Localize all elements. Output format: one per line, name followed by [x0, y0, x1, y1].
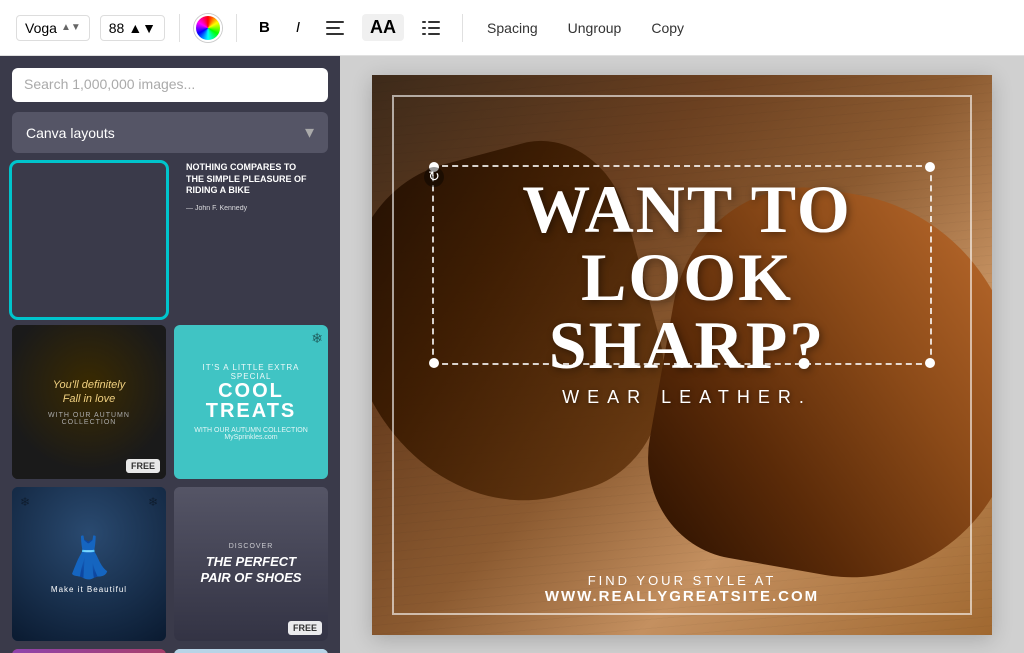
divider-3	[462, 14, 463, 42]
canvas-headline-text: WANT TO LOOK SHARP?	[442, 175, 932, 379]
canvas-area: WANT TO LOOK SHARP? WEAR LEATHER. ↻	[340, 56, 1024, 653]
list-button[interactable]	[414, 17, 448, 39]
headline-line2: LOOK SHARP?	[549, 239, 825, 383]
template-item-6[interactable]: DISCOVER THE PERFECTPAIR OF SHOES FREE	[174, 487, 328, 641]
layout-chevron-icon: ▾	[305, 122, 314, 143]
template-item-8[interactable]: Just Smile IT'S A WINTERWONDERLAND SHARE…	[174, 649, 328, 653]
tmpl-2-attribution: — John F. Kennedy	[186, 205, 316, 212]
font-size-value: 88	[109, 20, 125, 36]
ungroup-button[interactable]: Ungroup	[558, 14, 632, 42]
headline-line1: WANT TO	[522, 171, 852, 247]
tmpl-3-sub: WITH OUR AUTUMN COLLECTION	[22, 412, 156, 426]
canvas-bottom-text[interactable]: FIND YOUR STYLE AT WWW.REALLYGREATSITE.C…	[372, 573, 992, 605]
bottom-line2: WWW.REALLYGREATSITE.COM	[372, 588, 992, 605]
spacing-button[interactable]: Spacing	[477, 14, 548, 42]
aa-button[interactable]: AA	[362, 14, 404, 41]
divider-2	[236, 14, 237, 42]
canvas-wrapper[interactable]: WANT TO LOOK SHARP? WEAR LEATHER. ↻	[372, 75, 992, 635]
canvas-design: WANT TO LOOK SHARP? WEAR LEATHER. ↻	[372, 75, 992, 635]
template-item-3[interactable]: You'll definitelyFall in love WITH OUR A…	[12, 325, 166, 479]
italic-button[interactable]: I	[288, 15, 308, 40]
canvas-subheadline: WEAR LEATHER.	[442, 387, 932, 408]
tmpl-5-snow-2: ❄	[148, 495, 158, 509]
bottom-line1: FIND YOUR STYLE AT	[372, 573, 992, 588]
template-grid: WANT TOLOOK SHARP? WEAR LEATHER. " NOTHI…	[12, 163, 328, 653]
template-item-2[interactable]: " NOTHING COMPARES TO THE SIMPLE PLEASUR…	[174, 163, 328, 317]
tmpl-6-label: DISCOVER	[229, 543, 274, 550]
template-item-5[interactable]: 👗 Make it Beautiful ❄ ❄	[12, 487, 166, 641]
copy-button[interactable]: Copy	[641, 14, 694, 42]
align-button[interactable]	[318, 17, 352, 39]
tmpl-4-sub: WITH OUR AUTUMN COLLECTIONMySprinkles.co…	[194, 427, 308, 441]
template-item-1[interactable]: WANT TOLOOK SHARP? WEAR LEATHER.	[12, 163, 166, 317]
canvas-headline-group[interactable]: WANT TO LOOK SHARP? WEAR LEATHER.	[442, 175, 932, 408]
tmpl-4-label: IT'S A LITTLE EXTRA SPECIAL	[184, 363, 318, 381]
search-input[interactable]	[24, 76, 316, 92]
toolbar: Voga ▲▼ 88 ▲▼ B I AA Spacing Ungroup Cop…	[0, 0, 1024, 56]
font-chevron-icon: ▲▼	[61, 22, 81, 33]
template-item-7[interactable]: Nothing compares to the simple pleasure …	[12, 649, 166, 653]
layout-dropdown-label: Canva layouts	[26, 125, 115, 141]
tmpl-3-main: You'll definitelyFall in love	[53, 378, 125, 407]
search-wrapper[interactable]	[12, 68, 328, 102]
tmpl-5-title: Make it Beautiful	[51, 585, 127, 594]
font-name: Voga	[25, 20, 57, 36]
tmpl-6-free-badge: FREE	[288, 621, 322, 635]
divider-1	[179, 14, 180, 42]
template-item-4[interactable]: ❄ IT'S A LITTLE EXTRA SPECIAL COOLTREATS…	[174, 325, 328, 479]
font-size-selector[interactable]: 88 ▲▼	[100, 15, 165, 41]
tmpl-5-dress-icon: 👗	[64, 534, 114, 581]
size-chevron-icon: ▲▼	[128, 20, 156, 36]
tmpl-5-snow-1: ❄	[20, 495, 30, 509]
tmpl-6-title: THE PERFECTPAIR OF SHOES	[201, 554, 302, 585]
layout-dropdown[interactable]: Canva layouts ▾	[12, 112, 328, 153]
tmpl-2-text: NOTHING COMPARES TO THE SIMPLE PLEASURE …	[186, 163, 316, 197]
main-area: Canva layouts ▾ WANT TOLOOK SHARP? WEAR …	[0, 56, 1024, 653]
bold-button[interactable]: B	[251, 15, 278, 40]
tmpl-4-title: COOLTREATS	[206, 381, 297, 421]
font-selector[interactable]: Voga ▲▼	[16, 15, 90, 41]
color-picker[interactable]	[194, 14, 222, 42]
left-panel: Canva layouts ▾ WANT TOLOOK SHARP? WEAR …	[0, 56, 340, 653]
tmpl-3-free-badge: FREE	[126, 459, 160, 473]
